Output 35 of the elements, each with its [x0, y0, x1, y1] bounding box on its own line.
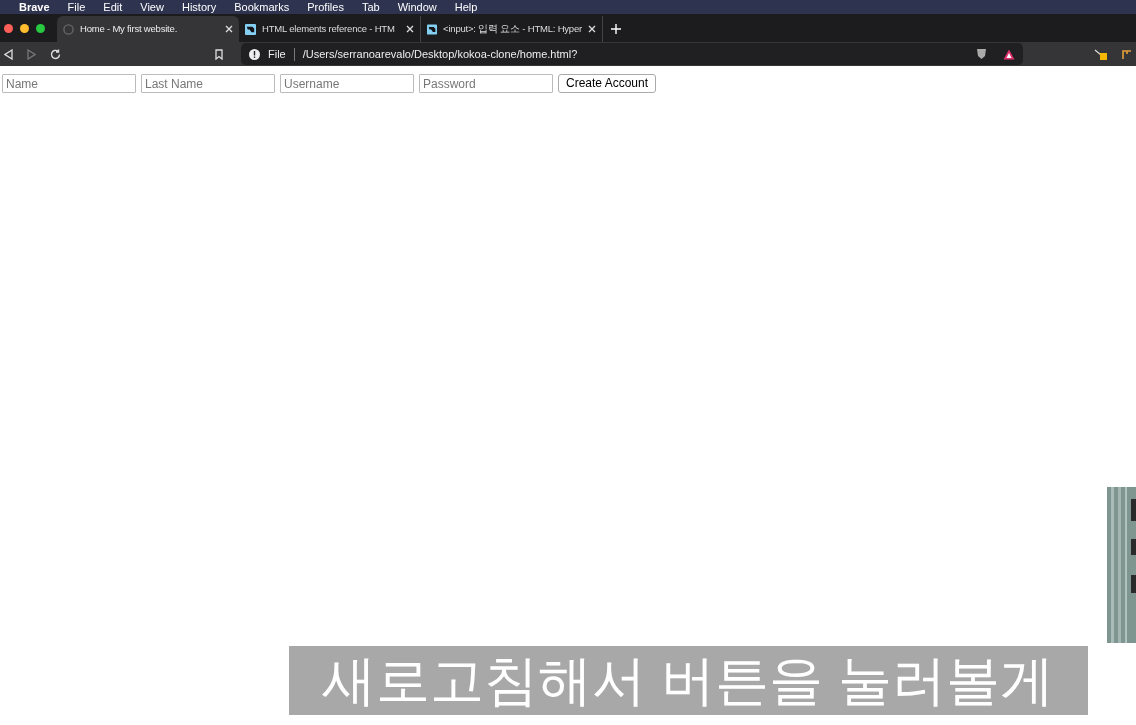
forward-icon[interactable] [27, 48, 36, 60]
address-bar[interactable]: File /Users/serranoarevalo/Desktop/kokoa-clone/home.html? [241, 43, 1023, 65]
triangle-icon[interactable] [1003, 48, 1015, 60]
close-window-button[interactable] [4, 23, 13, 33]
menu-item[interactable]: Bookmarks [225, 1, 299, 13]
menu-item[interactable]: Help [445, 1, 487, 13]
video-caption: 새로고침해서 버튼을 눌러볼게 [289, 646, 1088, 715]
menu-item[interactable]: View [131, 1, 173, 13]
app-menu[interactable]: Brave [10, 1, 59, 13]
menu-item[interactable]: History [172, 1, 226, 13]
reload-icon[interactable] [50, 48, 61, 60]
menu-item[interactable]: File [58, 1, 95, 13]
menu-item[interactable]: Edit [94, 1, 132, 13]
back-icon[interactable] [4, 48, 13, 60]
input-field[interactable]: Last Name [141, 74, 275, 93]
menu-item[interactable]: Tab [352, 1, 389, 13]
bookmark-icon[interactable] [215, 48, 223, 60]
browser-tab[interactable]: Home - My first website. [57, 16, 239, 42]
close-tab-button[interactable] [406, 25, 414, 33]
shield-icon[interactable] [976, 48, 987, 60]
maximize-window-button[interactable] [36, 23, 45, 33]
close-tab-button[interactable] [588, 25, 596, 33]
close-tab-button[interactable] [225, 25, 233, 33]
new-tab-button[interactable] [611, 24, 621, 34]
minimize-window-button[interactable] [20, 23, 29, 33]
globe-icon [63, 23, 74, 35]
scheme-label: File [268, 46, 286, 62]
input-field[interactable]: Name [2, 74, 136, 93]
create-account-button[interactable]: Create Account [558, 74, 657, 93]
url-text: /Users/serranoarevalo/Desktop/kokoa-clone/home.html? [302, 46, 579, 62]
menu-item[interactable]: Profiles [298, 1, 353, 13]
info-icon[interactable] [249, 48, 260, 60]
input-field[interactable]: Username [280, 74, 414, 93]
input-field[interactable]: Password [419, 74, 553, 93]
menu-item[interactable]: Window [388, 1, 446, 13]
